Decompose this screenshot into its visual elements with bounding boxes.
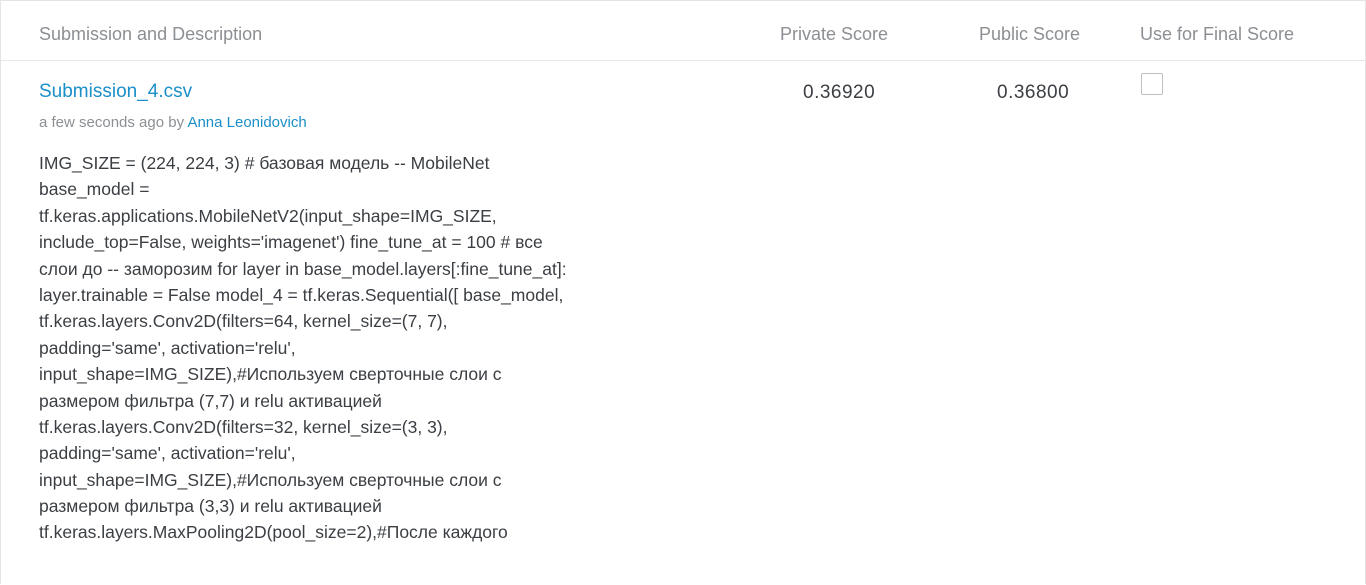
- description-line: размером фильтра (7,7) и relu активацией: [39, 390, 382, 411]
- description-line: base_model =: [39, 179, 150, 200]
- description-line: layer.trainable = False model_4 = tf.ker…: [39, 284, 564, 305]
- description-line: padding='same', activation='relu',: [39, 443, 296, 464]
- header-private-score: Private Score: [780, 24, 889, 44]
- description-line: IMG_SIZE = (224, 224, 3) # базовая модел…: [39, 153, 490, 173]
- use-for-final-score-checkbox[interactable]: [1141, 73, 1163, 95]
- submission-meta: a few seconds ago by Anna Leonidovich: [39, 113, 307, 133]
- description-line: input_shape=IMG_SIZE),#Используем сверто…: [39, 364, 502, 385]
- description-line: include_top=False, weights='imagenet') f…: [39, 232, 543, 253]
- submissions-table: Submission and Description Private Score…: [0, 0, 1366, 584]
- submission-description: IMG_SIZE = (224, 224, 3) # базовая модел…: [39, 150, 739, 546]
- private-score-value: 0.36920: [803, 82, 876, 103]
- description-line: слои до -- заморозим for layer in base_m…: [39, 258, 567, 279]
- public-score-value: 0.36800: [997, 82, 1070, 103]
- submission-time: a few seconds ago by: [39, 114, 188, 131]
- header-use-for-final-score: Use for Final Score: [1140, 24, 1295, 44]
- description-line: tf.keras.layers.Conv2D(filters=64, kerne…: [39, 311, 448, 332]
- description-line: padding='same', activation='relu',: [39, 337, 296, 358]
- header-submission-description: Submission and Description: [39, 24, 263, 44]
- header-public-score: Public Score: [979, 24, 1081, 44]
- description-line: input_shape=IMG_SIZE),#Используем сверто…: [39, 469, 502, 490]
- description-line: размером фильтра (3,3) и relu активацией: [39, 496, 382, 517]
- description-line: tf.keras.layers.MaxPooling2D(pool_size=2…: [39, 522, 508, 543]
- submission-author-link[interactable]: Anna Leonidovich: [187, 114, 306, 131]
- table-header-row: Submission and Description Private Score…: [1, 1, 1365, 61]
- description-line: tf.keras.applications.MobileNetV2(input_…: [39, 205, 497, 226]
- submission-file-link[interactable]: Submission_4.csv: [39, 80, 192, 104]
- description-line: tf.keras.layers.Conv2D(filters=32, kerne…: [39, 416, 448, 437]
